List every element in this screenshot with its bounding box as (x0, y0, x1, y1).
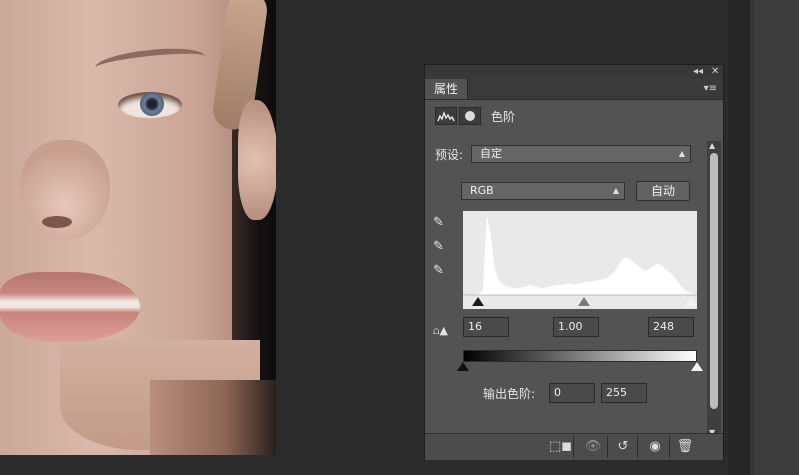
properties-panel: ◂◂ ✕ 属性 ▾≡ 色阶 预设: 自定 ▲ RGB ▲ 自动 ✎ ✎ ✎ ⩍▲… (424, 64, 724, 460)
adjustment-title: 色阶 (491, 110, 516, 124)
histogram-display[interactable] (463, 211, 697, 309)
photo-eyebrow (94, 44, 206, 80)
select-arrows-icon: ▲ (612, 186, 619, 195)
clipping-warning-icon[interactable]: ⩍▲ (433, 324, 448, 337)
output-gradient-bar (463, 350, 697, 362)
scroll-up-icon[interactable]: ▲ (709, 141, 715, 150)
output-levels-label: 输出色阶: (483, 387, 536, 401)
close-icon[interactable]: ✕ (711, 65, 719, 79)
output-black-field[interactable]: 0 (549, 383, 595, 403)
input-gamma-field[interactable]: 1.00 (553, 317, 599, 337)
output-black-handle[interactable] (457, 362, 469, 371)
view-previous-state-icon[interactable]: 👁 (583, 438, 603, 456)
preset-value: 自定 (480, 147, 502, 160)
photo-lips (0, 272, 140, 342)
document-canvas-photo[interactable] (0, 0, 276, 455)
select-arrows-icon: ▲ (678, 149, 685, 158)
channel-value: RGB (470, 184, 494, 197)
input-levels-slider[interactable] (463, 297, 697, 311)
panel-bottom-bar: ⬚◼ 👁 ↺ ◉ 🗑 (425, 433, 723, 460)
workspace-gutter (728, 0, 750, 475)
photo-ear (238, 100, 276, 220)
toggle-visibility-icon[interactable]: ◉ (645, 438, 665, 456)
right-dock (754, 0, 799, 475)
output-levels-slider[interactable] (457, 362, 703, 374)
preset-label: 预设: (435, 148, 464, 162)
gray-point-eyedropper-icon[interactable]: ✎ (433, 239, 444, 254)
divider (637, 436, 638, 458)
photo-iris (140, 92, 164, 116)
auto-button[interactable]: 自动 (636, 181, 690, 201)
preset-select[interactable]: 自定 ▲ (471, 145, 691, 163)
clip-to-layer-icon[interactable]: ⬚◼ (549, 438, 572, 456)
panel-tab-row: 属性 ▾≡ (425, 79, 723, 100)
black-point-eyedropper-icon[interactable]: ✎ (433, 215, 444, 230)
input-black-point-handle[interactable] (471, 297, 484, 306)
panel-scrollbar[interactable]: ▲ ▼ (707, 141, 721, 437)
panel-menu-icon[interactable]: ▾≡ (704, 79, 717, 99)
output-white-handle[interactable] (691, 362, 703, 371)
divider (669, 436, 670, 458)
histogram-mini-icon (437, 110, 455, 122)
layer-mask-icon[interactable] (459, 107, 481, 125)
photo-neck (150, 380, 276, 455)
input-white-point-handle[interactable] (684, 297, 697, 306)
input-black-field[interactable]: 16 (463, 317, 509, 337)
levels-adjustment-icon[interactable] (435, 107, 457, 125)
photo-nostril (42, 216, 72, 228)
input-white-field[interactable]: 248 (648, 317, 694, 337)
channel-select[interactable]: RGB ▲ (461, 182, 625, 200)
double-chevron-left-icon[interactable]: ◂◂ (693, 65, 703, 79)
white-point-eyedropper-icon[interactable]: ✎ (433, 263, 444, 278)
panel-title-bar[interactable]: ◂◂ ✕ (425, 65, 723, 79)
histogram-chart (463, 211, 697, 296)
input-gamma-handle[interactable] (578, 297, 591, 306)
tab-properties[interactable]: 属性 (425, 79, 468, 99)
reset-icon[interactable]: ↺ (613, 438, 633, 456)
scrollbar-thumb[interactable] (710, 153, 718, 409)
delete-icon[interactable]: 🗑 (675, 438, 695, 456)
mask-circle-icon (465, 111, 475, 121)
divider (607, 436, 608, 458)
output-white-field[interactable]: 255 (601, 383, 647, 403)
divider (573, 436, 574, 458)
